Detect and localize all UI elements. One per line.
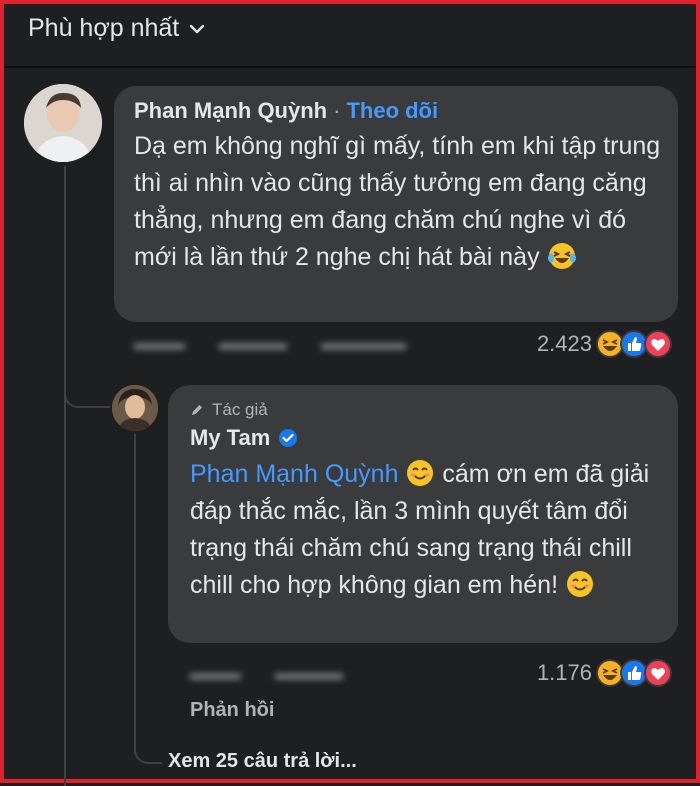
reaction-count: 1.176	[536, 660, 592, 685]
reply-header: My Tam	[190, 425, 298, 451]
reply-action-blurred[interactable]: ▬▬▬▬▬	[321, 334, 406, 354]
follow-button[interactable]: Theo dõi	[346, 98, 438, 124]
thread-line	[64, 166, 66, 786]
verified-badge-icon	[279, 429, 298, 447]
reply-button[interactable]: Phản hồi	[190, 699, 274, 722]
love-reaction-icon	[644, 330, 672, 358]
like-action-blurred[interactable]: ▬▬▬▬	[275, 664, 343, 684]
comment-actions: ▬▬▬ ▬▬▬▬ ▬▬▬▬▬	[134, 334, 406, 354]
comment-author[interactable]: Phan Mạnh Quỳnh	[134, 98, 327, 124]
reply-thread-line	[134, 434, 136, 754]
reply-thread-connector	[134, 724, 162, 764]
smiling-emoji-icon	[407, 460, 434, 486]
comment-text-block: Dạ em không nghĩ gì mấy, tính em khi tập…	[134, 128, 674, 276]
author-badge: Tác giả	[190, 400, 268, 420]
reply-author-avatar[interactable]	[112, 385, 158, 431]
like-action-blurred[interactable]: ▬▬▬▬	[219, 334, 287, 354]
laughing-tears-emoji-icon	[547, 243, 576, 269]
chevron-down-icon	[190, 24, 205, 33]
mention-link[interactable]: Phan Mạnh Quỳnh	[190, 460, 398, 488]
pencil-icon	[192, 405, 202, 415]
separator-dot: ·	[333, 98, 341, 123]
comment-text: Dạ em không nghĩ gì mấy, tính em khi tập…	[134, 132, 661, 271]
view-more-replies-link[interactable]: Xem 25 câu trả lời...	[168, 750, 357, 773]
reply-author[interactable]: My Tam	[190, 425, 270, 451]
reply-actions: ▬▬▬ ▬▬▬▬	[190, 664, 343, 684]
sort-dropdown[interactable]: Phù hợp nhất	[28, 14, 205, 43]
timestamp-blurred: ▬▬▬	[134, 334, 185, 353]
thread-connector	[64, 374, 110, 408]
timestamp-blurred: ▬▬▬	[190, 664, 241, 683]
reaction-count: 2.423	[536, 331, 592, 356]
reply-text-block: Phan Mạnh Quỳnh cám ơn em đã giải đáp th…	[190, 456, 670, 604]
reaction-summary[interactable]: 2.423	[537, 330, 672, 358]
comment-header: Phan Mạnh Quỳnh · Theo dõi	[134, 98, 438, 124]
header-divider	[4, 66, 696, 68]
smiling-emoji-icon	[566, 571, 593, 597]
reply-reaction-summary[interactable]: 1.176	[537, 659, 672, 687]
love-reaction-icon	[644, 659, 672, 687]
sort-label: Phù hợp nhất	[28, 14, 180, 42]
author-badge-label: Tác giả	[212, 400, 268, 419]
commenter-avatar[interactable]	[24, 84, 102, 162]
